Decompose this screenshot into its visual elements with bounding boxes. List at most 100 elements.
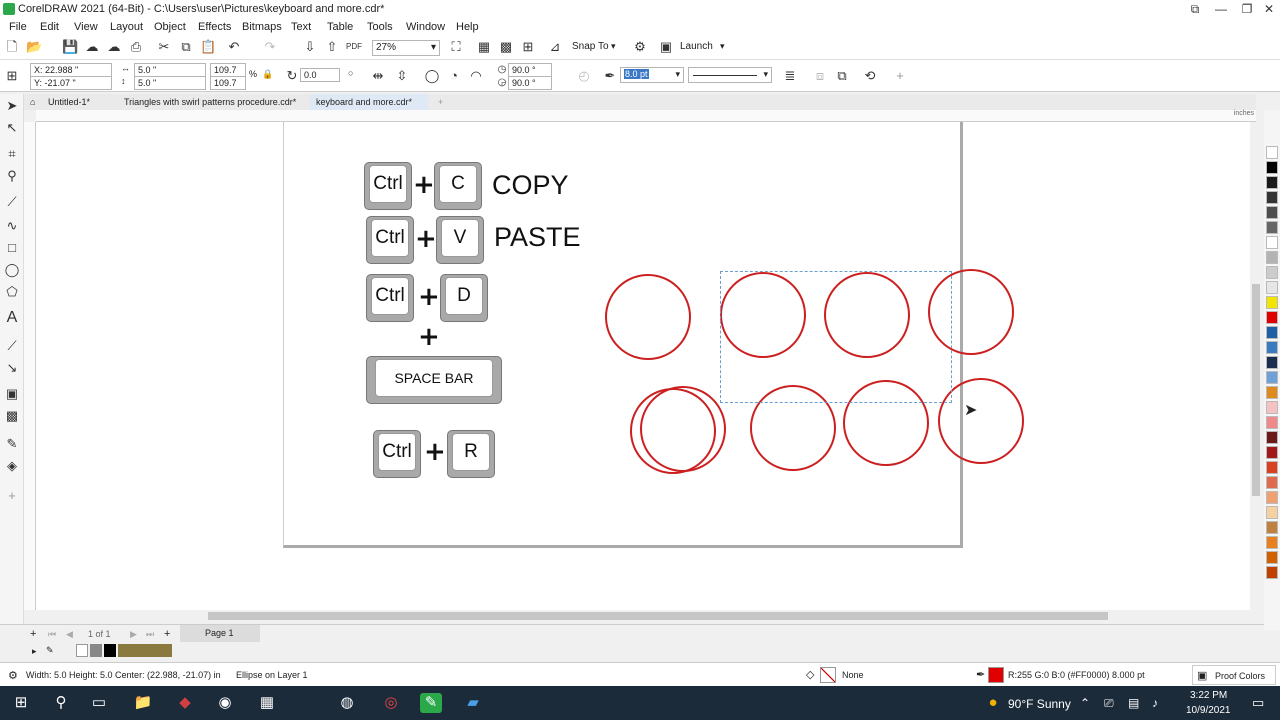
palette-swatch[interactable] — [1266, 176, 1278, 189]
palette-swatch[interactable] — [1266, 311, 1278, 324]
snap-to-label[interactable]: Snap To — [572, 41, 609, 52]
rotation-center-icon[interactable]: ○ — [348, 68, 353, 78]
undo-icon[interactable]: ↶ — [226, 39, 242, 55]
add-icon[interactable]: + — [892, 68, 908, 84]
palette-swatch[interactable] — [1266, 386, 1278, 399]
height-field[interactable]: 5.0 " — [134, 76, 206, 90]
corel-font-manager-icon[interactable]: ▦ — [256, 693, 278, 713]
rectangle-tool-icon[interactable]: □ — [4, 240, 20, 256]
mirror-vertical-icon[interactable]: ⇳ — [394, 68, 410, 84]
y-position-field[interactable]: Y: -21.07 " — [30, 76, 112, 90]
pdf-icon[interactable]: PDF — [346, 39, 362, 55]
connector-tool-icon[interactable]: ↘ — [4, 360, 20, 376]
add-page-end-icon[interactable]: + — [164, 628, 170, 640]
transparency-tool-icon[interactable]: ▩ — [4, 408, 20, 424]
eyedropper-icon[interactable]: ✎ — [46, 645, 54, 656]
add-page-icon[interactable]: + — [30, 628, 36, 640]
outline-width-field[interactable]: 8.0 pt ▾ — [620, 67, 684, 83]
change-direction-icon[interactable]: ◴ — [576, 68, 592, 84]
palette-swatch[interactable] — [1266, 296, 1278, 309]
cut-icon[interactable]: ✂ — [156, 39, 172, 55]
menu-layout[interactable]: Layout — [110, 21, 143, 33]
palette-swatch[interactable] — [1266, 356, 1278, 369]
new-tab-icon[interactable]: + — [432, 94, 448, 110]
full-screen-icon[interactable]: ⛶ — [448, 39, 464, 55]
close-button[interactable]: ✕ — [1256, 0, 1280, 18]
tray-expand-icon[interactable]: ⌃ — [1080, 696, 1090, 710]
proof-colors-button[interactable]: ▣ Proof Colors — [1192, 665, 1276, 685]
no-color-swatch[interactable] — [76, 644, 88, 657]
vertical-ruler[interactable] — [24, 122, 36, 610]
object-origin-icon[interactable]: ⊞ — [4, 68, 20, 84]
notifications-icon[interactable]: ▭ — [1252, 695, 1264, 711]
d-key[interactable]: D — [440, 274, 488, 322]
menu-edit[interactable]: Edit — [40, 21, 59, 33]
minimize-button[interactable]: — — [1208, 0, 1234, 18]
tab-keyboard-and-more[interactable]: keyboard and more.cdr* — [310, 94, 428, 110]
palette-swatch[interactable] — [1266, 236, 1278, 249]
end-angle-field[interactable]: 90.0 ° — [508, 76, 552, 90]
crop-tool-icon[interactable]: ⌗ — [4, 146, 20, 162]
weather-text[interactable]: 90°F Sunny — [1008, 697, 1071, 711]
palette-swatch[interactable] — [1266, 401, 1278, 414]
ctrl-key-repeat[interactable]: Ctrl — [373, 430, 421, 478]
pick-tool-icon[interactable]: ➤ — [4, 98, 20, 114]
v-key[interactable]: V — [436, 216, 484, 264]
zoom-tool-icon[interactable]: ⚲ — [4, 168, 20, 184]
volume-icon[interactable]: ♪ — [1152, 696, 1158, 710]
pie-icon[interactable]: ◔ — [446, 68, 462, 84]
palette-swatch[interactable] — [1266, 251, 1278, 264]
layers-icon[interactable]: ⧉ — [834, 68, 850, 84]
corel-photo-icon[interactable]: ◉ — [214, 693, 236, 713]
scale-height-field[interactable]: 109.7 — [210, 76, 246, 90]
palette-expand-icon[interactable]: ▸ — [32, 646, 37, 657]
palette-swatch[interactable] — [1266, 191, 1278, 204]
restore-help-icon[interactable]: ⧉ — [1182, 0, 1208, 18]
page-1-tab[interactable]: Page 1 — [180, 625, 260, 642]
palette-swatch[interactable] — [1266, 206, 1278, 219]
outline-pen-icon[interactable]: ✒ — [602, 68, 618, 84]
coreldraw-taskbar-icon[interactable]: ✎ — [420, 693, 442, 713]
horizontal-scroll-thumb[interactable] — [208, 612, 1108, 620]
menu-view[interactable]: View — [74, 21, 98, 33]
launch-dropdown-icon[interactable]: ▾ — [720, 41, 725, 52]
guidelines-icon[interactable]: ⊞ — [520, 39, 536, 55]
vertical-scroll-thumb[interactable] — [1252, 284, 1260, 496]
new-document-icon[interactable]: 🗋 — [4, 39, 20, 55]
no-fill-swatch[interactable] — [820, 667, 836, 683]
palette-swatch[interactable] — [1266, 536, 1278, 549]
ellipse-tool-icon[interactable]: ◯ — [4, 262, 20, 278]
mirror-horizontal-icon[interactable]: ⇹ — [370, 68, 386, 84]
palette-swatch[interactable] — [1266, 371, 1278, 384]
windows-start-icon[interactable]: ⊞ — [10, 693, 32, 713]
grid-icon[interactable]: ▩ — [498, 39, 514, 55]
save-icon[interactable]: 💾 — [62, 39, 78, 55]
palette-swatch[interactable] — [1266, 416, 1278, 429]
menu-table[interactable]: Table — [327, 21, 353, 33]
tab-triangles[interactable]: Triangles with swirl patterns procedure.… — [118, 94, 308, 110]
start-angle-field[interactable]: 90.0 ° — [508, 63, 552, 77]
previous-page-icon[interactable]: ◀ — [66, 629, 73, 640]
palette-swatch[interactable] — [1266, 506, 1278, 519]
photos-icon[interactable]: ▰ — [462, 693, 484, 713]
polygon-tool-icon[interactable]: ⬠ — [4, 284, 20, 300]
palette-swatch[interactable] — [1266, 281, 1278, 294]
palette-swatch[interactable] — [1266, 341, 1278, 354]
palette-swatch[interactable] — [1266, 446, 1278, 459]
paste-icon[interactable]: 📋 — [200, 39, 216, 55]
menu-window[interactable]: Window — [406, 21, 445, 33]
ellipse[interactable] — [605, 274, 691, 360]
artistic-media-icon[interactable]: ∿ — [4, 218, 20, 234]
settings-gear-icon[interactable]: ⚙ — [8, 669, 18, 682]
usb-icon[interactable]: ⎚ — [1104, 696, 1114, 711]
cloud-download-icon[interactable]: ☁ — [106, 39, 122, 55]
launch-icon[interactable]: ▣ — [658, 39, 674, 55]
arc-icon[interactable]: ◠ — [468, 68, 484, 84]
palette-swatch[interactable] — [1266, 431, 1278, 444]
ctrl-key-duplicate[interactable]: Ctrl — [366, 274, 414, 322]
snap-to-dropdown-icon[interactable]: ▾ — [611, 41, 616, 52]
menu-effects[interactable]: Effects — [198, 21, 231, 33]
ctrl-key-copy[interactable]: Ctrl — [364, 162, 412, 210]
zoom-level-select[interactable]: 27% ▾ — [372, 40, 440, 56]
rotation-field[interactable]: 0.0 — [300, 68, 340, 82]
